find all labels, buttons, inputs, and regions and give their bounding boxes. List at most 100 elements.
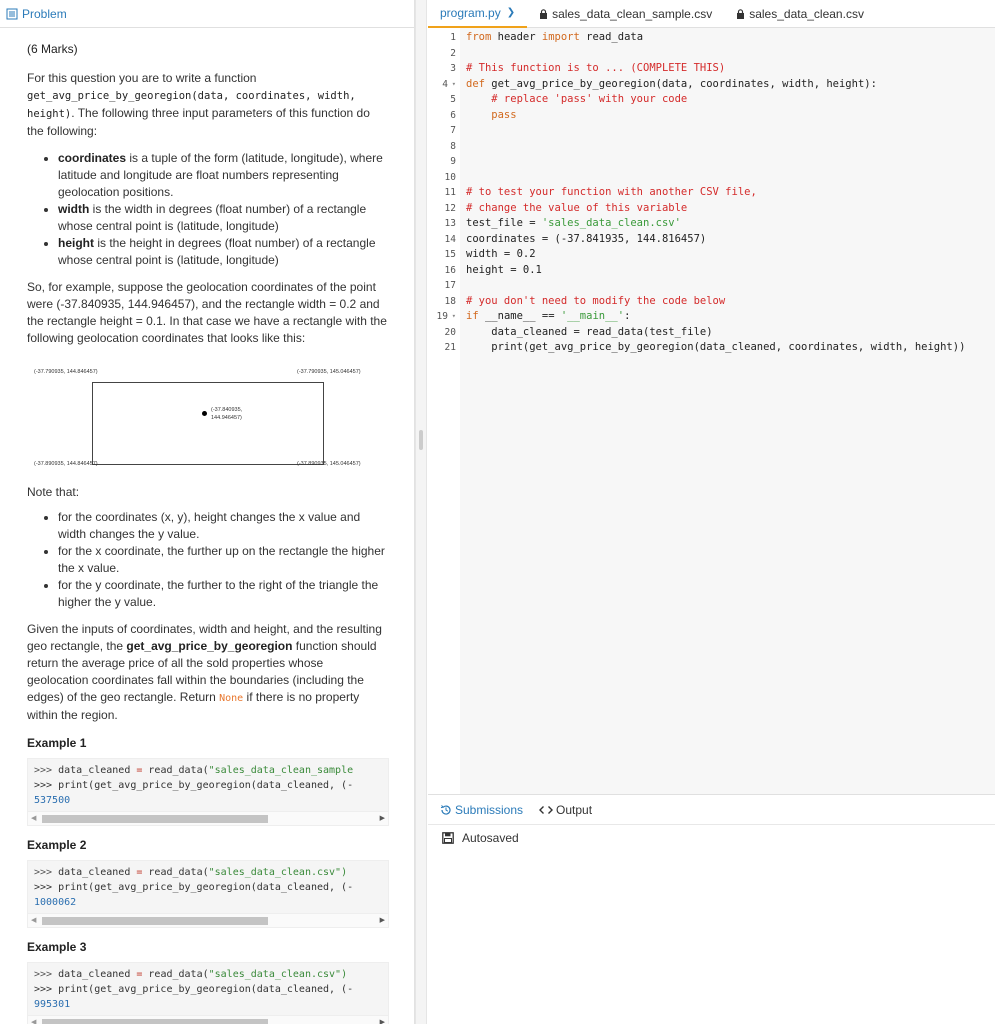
example-3-scrollbar[interactable]: ◀ ▶ (27, 1016, 389, 1024)
final-function-name: get_avg_price_by_georegion (126, 639, 293, 653)
scroll-right-icon[interactable]: ▶ (380, 814, 385, 822)
scroll-right-icon[interactable]: ▶ (380, 1018, 385, 1024)
code-line-1[interactable]: from header import read_data (466, 30, 643, 46)
figure-top-left-label: (-37.790935, 144.846457) (34, 369, 98, 375)
tab-sales-data-clean-sample[interactable]: sales_data_clean_sample.csv (527, 0, 724, 28)
code-line-18[interactable]: # you don't need to modify the code belo… (466, 294, 725, 310)
list-item: height is the height in degrees (float n… (58, 235, 387, 269)
editor-panel: program.py ❯ sales_data_clean_sample.csv… (428, 0, 995, 1024)
file-tabs: program.py ❯ sales_data_clean_sample.csv… (428, 0, 995, 28)
line-number: 1 (450, 32, 456, 43)
tab-program-py[interactable]: program.py ❯ (428, 0, 528, 28)
code-area[interactable]: from header import read_data # This func… (460, 28, 995, 794)
example-2-line2: >>> print(get_avg_price_by_georegion(dat… (34, 882, 354, 893)
code-line-20[interactable]: data_cleaned = read_data(test_file) (466, 325, 712, 341)
code-line-19[interactable]: if __name__ == '__main__': (466, 309, 630, 325)
line-number: 18 (444, 295, 456, 307)
scroll-left-icon[interactable]: ◀ (31, 916, 36, 924)
param-name: height (58, 236, 94, 250)
figure-bottom-left-label: (-37.890935, 144.846457) (34, 461, 98, 467)
autosave-status: Autosaved (428, 825, 995, 845)
example-2-scrollbar[interactable]: ◀ ▶ (27, 914, 389, 928)
center-point (202, 411, 207, 416)
fold-arrow-icon[interactable]: ▾ (452, 309, 456, 325)
notes-list: for the coordinates (x, y), height chang… (45, 509, 387, 611)
scroll-left-icon[interactable]: ◀ (31, 814, 36, 822)
line-number: 2 (450, 47, 456, 59)
param-desc: is the width in degrees (float number) o… (58, 202, 367, 233)
intro-text-b: . The following three input parameters o… (27, 106, 370, 138)
code-line-12[interactable]: # change the value of this variable (466, 201, 687, 217)
code-line-15[interactable]: width = 0.2 (466, 247, 536, 263)
autosaved-label: Autosaved (462, 831, 519, 845)
tab-problem-label: Problem (22, 6, 67, 21)
line-number-gutter: 1 2 3 4 ▾ 5 6 7 8 9 10 11 12 13 14 15 16 17 18 19 ▾ 20 21 (428, 28, 460, 794)
example-2-result: 1000062 (34, 897, 77, 908)
line-number: 21 (444, 342, 456, 353)
code-line-11[interactable]: # to test your function with another CSV… (466, 185, 757, 201)
intro-paragraph: For this question you are to write a fun… (27, 70, 387, 140)
code-line-5[interactable]: # replace 'pass' with your code (466, 92, 687, 108)
figure-center-label-1: (-37.840935, (211, 407, 243, 413)
note-heading: Note that: (27, 485, 80, 499)
fold-arrow-icon[interactable]: ▾ (452, 77, 456, 93)
tab-submissions[interactable]: Submissions (440, 803, 523, 817)
line-number: 19 ▾ (420, 309, 456, 325)
geo-rectangle (92, 382, 324, 465)
param-list: coordinates is a tuple of the form (lati… (45, 150, 387, 269)
line-number: 17 (444, 280, 456, 291)
code-line-6[interactable]: pass (466, 108, 516, 124)
tab-problem[interactable]: Problem (0, 0, 414, 28)
scroll-thumb[interactable] (42, 1019, 268, 1024)
figure-bottom-right-label: (-37.890935, 145.046457) (297, 461, 361, 467)
code-line-3[interactable]: # This function is to ... (COMPLETE THIS… (466, 61, 725, 77)
scroll-right-icon[interactable]: ▶ (380, 916, 385, 924)
line-number: 4 ▾ (420, 77, 456, 93)
marks-heading: (6 Marks) (27, 42, 78, 56)
lock-icon (540, 8, 548, 19)
line-number: 10 (444, 171, 456, 183)
example-1-code: >>> data_cleaned = read_data("sales_data… (27, 758, 389, 812)
problem-panel: Problem (6 Marks) For this question you … (0, 0, 415, 1024)
code-editor[interactable]: 1 2 3 4 ▾ 5 6 7 8 9 10 11 12 13 14 15 16 17 18 19 ▾ 20 21 from… (428, 28, 995, 794)
figure-top-right-label: (-37.790935, 145.046457) (297, 369, 361, 375)
line-number: 9 (450, 156, 456, 167)
problem-description: (6 Marks) For this question you are to w… (0, 28, 414, 1024)
list-item: for the coordinates (x, y), height chang… (58, 509, 387, 543)
line-number: 13 (444, 218, 456, 229)
line-number: 20 (444, 326, 456, 338)
line-number: 16 (444, 264, 456, 276)
code-line-14[interactable]: coordinates = (-37.841935, 144.816457) (466, 232, 706, 248)
splitter-grip[interactable] (419, 430, 423, 450)
scroll-thumb[interactable] (42, 917, 268, 925)
example-3-line2: >>> print(get_avg_price_by_georegion(dat… (34, 984, 354, 995)
param-desc: is the height in degrees (float number) … (58, 236, 376, 267)
final-paragraph: Given the inputs of coordinates, width a… (27, 621, 387, 724)
lock-icon (737, 8, 745, 19)
code-line-21[interactable]: print(get_avg_price_by_georegion(data_cl… (466, 340, 965, 356)
code-line-13[interactable]: test_file = 'sales_data_clean.csv' (466, 216, 681, 232)
param-name: coordinates (58, 151, 127, 165)
list-item: width is the width in degrees (float num… (58, 201, 387, 235)
example-2-title: Example 2 (27, 838, 87, 852)
chevron-right-icon[interactable]: ❯ (507, 7, 515, 18)
tab-output[interactable]: Output (539, 803, 592, 817)
line-number: 12 (444, 202, 456, 214)
bottom-tabs: Submissions Output (428, 795, 995, 825)
line-number: 6 (450, 109, 456, 121)
tab-label: program.py (440, 5, 501, 20)
code-line-4[interactable]: def get_avg_price_by_georegion(data, coo… (466, 77, 877, 93)
code-line-16[interactable]: height = 0.1 (466, 263, 542, 279)
scroll-thumb[interactable] (42, 815, 268, 823)
tab-label: Output (556, 802, 593, 817)
example-3-code: >>> data_cleaned = read_data("sales_data… (27, 962, 389, 1016)
panel-splitter[interactable] (415, 0, 427, 1024)
example-1-scrollbar[interactable]: ◀ ▶ (27, 812, 389, 826)
tab-sales-data-clean[interactable]: sales_data_clean.csv (724, 0, 876, 28)
list-item: coordinates is a tuple of the form (lati… (58, 150, 387, 201)
intro-text-a: For this question you are to write a fun… (27, 71, 257, 85)
scroll-left-icon[interactable]: ◀ (31, 1018, 36, 1024)
param-name: width (58, 202, 90, 216)
example-2-code: >>> data_cleaned = read_data("sales_data… (27, 860, 389, 914)
tab-label: sales_data_clean.csv (749, 6, 864, 21)
